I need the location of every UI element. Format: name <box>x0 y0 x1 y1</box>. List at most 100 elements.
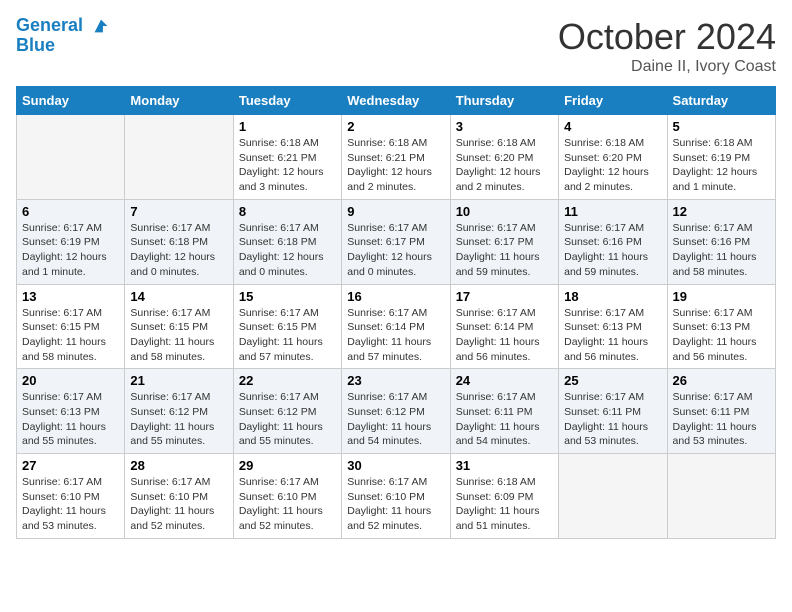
day-number: 20 <box>22 373 119 388</box>
calendar-week-row: 27 Sunrise: 6:17 AM Sunset: 6:10 PM Dayli… <box>17 454 776 539</box>
day-info: Sunrise: 6:17 AM Sunset: 6:12 PM Dayligh… <box>347 390 444 449</box>
calendar-cell <box>667 454 775 539</box>
day-number: 17 <box>456 289 553 304</box>
day-number: 19 <box>673 289 770 304</box>
day-info: Sunrise: 6:17 AM Sunset: 6:14 PM Dayligh… <box>347 306 444 365</box>
calendar-cell: 15 Sunrise: 6:17 AM Sunset: 6:15 PM Dayli… <box>233 284 341 369</box>
day-info: Sunrise: 6:18 AM Sunset: 6:19 PM Dayligh… <box>673 136 770 195</box>
day-number: 2 <box>347 119 444 134</box>
calendar-cell: 11Sunrise: 6:17 AM Sunset: 6:16 PM Dayli… <box>559 199 667 284</box>
calendar-cell: 12Sunrise: 6:17 AM Sunset: 6:16 PM Dayli… <box>667 199 775 284</box>
calendar-cell: 23Sunrise: 6:17 AM Sunset: 6:12 PM Dayli… <box>342 369 450 454</box>
day-number: 22 <box>239 373 336 388</box>
day-number: 25 <box>564 373 661 388</box>
day-info: Sunrise: 6:17 AM Sunset: 6:12 PM Dayligh… <box>239 390 336 449</box>
calendar-cell: 29 Sunrise: 6:17 AM Sunset: 6:10 PM Dayli… <box>233 454 341 539</box>
calendar-week-row: 1 Sunrise: 6:18 AM Sunset: 6:21 PM Daylig… <box>17 115 776 200</box>
calendar-cell: 7 Sunrise: 6:17 AM Sunset: 6:18 PM Daylig… <box>125 199 233 284</box>
calendar-cell: 6 Sunrise: 6:17 AM Sunset: 6:19 PM Daylig… <box>17 199 125 284</box>
day-info: Sunrise: 6:18 AM Sunset: 6:20 PM Dayligh… <box>564 136 661 195</box>
weekday-header-monday: Monday <box>125 87 233 115</box>
day-number: 26 <box>673 373 770 388</box>
day-info: Sunrise: 6:17 AM Sunset: 6:10 PM Dayligh… <box>347 475 444 534</box>
day-number: 10 <box>456 204 553 219</box>
day-info: Sunrise: 6:17 AM Sunset: 6:15 PM Dayligh… <box>22 306 119 365</box>
day-info: Sunrise: 6:17 AM Sunset: 6:11 PM Dayligh… <box>456 390 553 449</box>
calendar-cell: 14 Sunrise: 6:17 AM Sunset: 6:15 PM Dayli… <box>125 284 233 369</box>
day-number: 5 <box>673 119 770 134</box>
day-number: 6 <box>22 204 119 219</box>
day-info: Sunrise: 6:17 AM Sunset: 6:11 PM Dayligh… <box>564 390 661 449</box>
weekday-header-tuesday: Tuesday <box>233 87 341 115</box>
calendar-cell: 27Sunrise: 6:17 AM Sunset: 6:10 PM Dayli… <box>17 454 125 539</box>
day-number: 27 <box>22 458 119 473</box>
calendar-cell: 22 Sunrise: 6:17 AM Sunset: 6:12 PM Dayli… <box>233 369 341 454</box>
calendar-cell: 24 Sunrise: 6:17 AM Sunset: 6:11 PM Dayli… <box>450 369 558 454</box>
day-number: 12 <box>673 204 770 219</box>
day-number: 7 <box>130 204 227 219</box>
day-number: 3 <box>456 119 553 134</box>
calendar-cell: 25 Sunrise: 6:17 AM Sunset: 6:11 PM Dayli… <box>559 369 667 454</box>
calendar-cell: 4 Sunrise: 6:18 AM Sunset: 6:20 PM Daylig… <box>559 115 667 200</box>
calendar-cell: 2 Sunrise: 6:18 AM Sunset: 6:21 PM Daylig… <box>342 115 450 200</box>
calendar-cell: 13 Sunrise: 6:17 AM Sunset: 6:15 PM Dayli… <box>17 284 125 369</box>
day-info: Sunrise: 6:17 AM Sunset: 6:15 PM Dayligh… <box>130 306 227 365</box>
logo: General Blue <box>16 16 112 56</box>
day-number: 4 <box>564 119 661 134</box>
day-info: Sunrise: 6:17 AM Sunset: 6:19 PM Dayligh… <box>22 221 119 280</box>
day-info: Sunrise: 6:17 AM Sunset: 6:18 PM Dayligh… <box>239 221 336 280</box>
day-number: 31 <box>456 458 553 473</box>
day-number: 29 <box>239 458 336 473</box>
month-title: October 2024 <box>558 16 776 58</box>
day-number: 28 <box>130 458 227 473</box>
calendar-week-row: 13 Sunrise: 6:17 AM Sunset: 6:15 PM Dayli… <box>17 284 776 369</box>
day-info: Sunrise: 6:17 AM Sunset: 6:18 PM Dayligh… <box>130 221 227 280</box>
weekday-header-thursday: Thursday <box>450 87 558 115</box>
weekday-header-friday: Friday <box>559 87 667 115</box>
day-info: Sunrise: 6:17 AM Sunset: 6:13 PM Dayligh… <box>22 390 119 449</box>
calendar-cell: 21 Sunrise: 6:17 AM Sunset: 6:12 PM Dayli… <box>125 369 233 454</box>
calendar-cell: 1 Sunrise: 6:18 AM Sunset: 6:21 PM Daylig… <box>233 115 341 200</box>
calendar-cell: 9 Sunrise: 6:17 AM Sunset: 6:17 PM Daylig… <box>342 199 450 284</box>
day-number: 15 <box>239 289 336 304</box>
day-number: 18 <box>564 289 661 304</box>
weekday-header-wednesday: Wednesday <box>342 87 450 115</box>
calendar-week-row: 20 Sunrise: 6:17 AM Sunset: 6:13 PM Dayli… <box>17 369 776 454</box>
calendar-cell: 18Sunrise: 6:17 AM Sunset: 6:13 PM Dayli… <box>559 284 667 369</box>
day-info: Sunrise: 6:17 AM Sunset: 6:12 PM Dayligh… <box>130 390 227 449</box>
day-number: 9 <box>347 204 444 219</box>
day-info: Sunrise: 6:18 AM Sunset: 6:09 PM Dayligh… <box>456 475 553 534</box>
calendar-header-row: SundayMondayTuesdayWednesdayThursdayFrid… <box>17 87 776 115</box>
weekday-header-saturday: Saturday <box>667 87 775 115</box>
calendar-cell: 17Sunrise: 6:17 AM Sunset: 6:14 PM Dayli… <box>450 284 558 369</box>
day-number: 30 <box>347 458 444 473</box>
day-info: Sunrise: 6:17 AM Sunset: 6:10 PM Dayligh… <box>239 475 336 534</box>
calendar-cell: 16 Sunrise: 6:17 AM Sunset: 6:14 PM Dayli… <box>342 284 450 369</box>
calendar-cell <box>125 115 233 200</box>
calendar-cell: 3 Sunrise: 6:18 AM Sunset: 6:20 PM Daylig… <box>450 115 558 200</box>
day-info: Sunrise: 6:17 AM Sunset: 6:16 PM Dayligh… <box>564 221 661 280</box>
calendar-cell: 20 Sunrise: 6:17 AM Sunset: 6:13 PM Dayli… <box>17 369 125 454</box>
day-number: 13 <box>22 289 119 304</box>
logo-text: General <box>16 16 112 36</box>
day-info: Sunrise: 6:18 AM Sunset: 6:21 PM Dayligh… <box>239 136 336 195</box>
day-number: 24 <box>456 373 553 388</box>
day-info: Sunrise: 6:17 AM Sunset: 6:17 PM Dayligh… <box>456 221 553 280</box>
calendar-table: SundayMondayTuesdayWednesdayThursdayFrid… <box>16 86 776 539</box>
logo-subtext: Blue <box>16 36 112 56</box>
calendar-cell: 8 Sunrise: 6:17 AM Sunset: 6:18 PM Daylig… <box>233 199 341 284</box>
day-info: Sunrise: 6:17 AM Sunset: 6:15 PM Dayligh… <box>239 306 336 365</box>
calendar-cell <box>17 115 125 200</box>
day-number: 8 <box>239 204 336 219</box>
day-info: Sunrise: 6:18 AM Sunset: 6:20 PM Dayligh… <box>456 136 553 195</box>
day-number: 16 <box>347 289 444 304</box>
day-number: 21 <box>130 373 227 388</box>
day-info: Sunrise: 6:18 AM Sunset: 6:21 PM Dayligh… <box>347 136 444 195</box>
calendar-cell: 19 Sunrise: 6:17 AM Sunset: 6:13 PM Dayli… <box>667 284 775 369</box>
location-title: Daine II, Ivory Coast <box>558 58 776 76</box>
calendar-cell <box>559 454 667 539</box>
day-info: Sunrise: 6:17 AM Sunset: 6:13 PM Dayligh… <box>673 306 770 365</box>
day-info: Sunrise: 6:17 AM Sunset: 6:17 PM Dayligh… <box>347 221 444 280</box>
day-number: 14 <box>130 289 227 304</box>
day-number: 1 <box>239 119 336 134</box>
